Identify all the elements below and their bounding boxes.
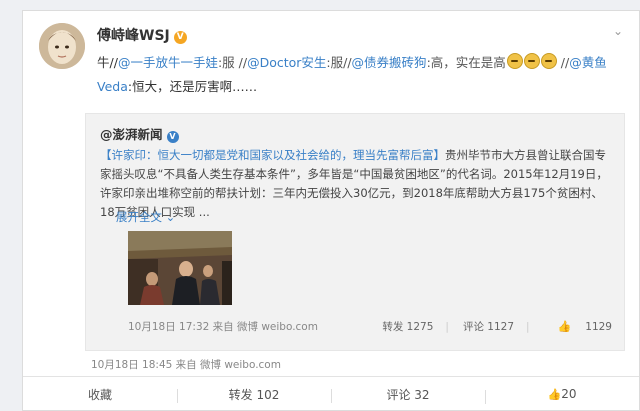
mention-link[interactable]: @一手放牛一手娃 bbox=[118, 55, 218, 70]
avatar[interactable] bbox=[39, 23, 85, 69]
quoted-author[interactable]: @澎湃新闻 V bbox=[100, 124, 179, 143]
author-name[interactable]: 傅峙峰WSJ V bbox=[97, 25, 187, 45]
verified-badge-icon: V bbox=[166, 131, 179, 143]
chevron-down-icon[interactable]: ⌄ bbox=[613, 25, 625, 37]
divider: | bbox=[526, 321, 530, 333]
post-text-part: // bbox=[556, 55, 570, 70]
weibo-post-card: ⌄ 傅峙峰WSJ V 牛//@一手放牛一手娃:服 //@Doctor安生:服//@… bbox=[22, 10, 640, 411]
quoted-like-count[interactable]: 1129 bbox=[585, 321, 612, 333]
emoji-icon bbox=[506, 53, 523, 69]
mention-link[interactable]: @Doctor安生 bbox=[247, 55, 326, 70]
expand-label[interactable]: 展开全文 bbox=[116, 210, 162, 224]
post-text: 牛//@一手放牛一手娃:服 //@Doctor安生:服//@债券搬砖狗:高，实在… bbox=[97, 51, 627, 99]
quoted-post: @澎湃新闻 V 【许家印：恒大一切都是党和国家以及社会给的，理当先富帮后富】贵州毕… bbox=[85, 113, 625, 351]
post-text-part: :服// bbox=[326, 55, 352, 70]
quoted-like-button[interactable]: 👍 1129 bbox=[544, 320, 612, 333]
post-text-part: :高，实在是高 bbox=[426, 55, 506, 70]
post-timestamp[interactable]: 10月18日 18:45 来自 微博 weibo.com bbox=[91, 357, 281, 372]
mention-link[interactable]: @债券搬砖狗 bbox=[352, 55, 427, 70]
favorite-button[interactable]: 收藏 bbox=[23, 386, 177, 403]
like-button[interactable]: 👍20 bbox=[485, 387, 639, 404]
divider: | bbox=[445, 321, 449, 333]
quoted-timestamp[interactable]: 10月18日 17:32 来自 微博 weibo.com bbox=[128, 319, 318, 334]
verified-badge-icon: V bbox=[173, 31, 187, 44]
quoted-repost-button[interactable]: 转发 1275 bbox=[382, 321, 433, 333]
quoted-actions: 转发 1275 | 评论 1127 | 👍 1129 bbox=[368, 319, 612, 334]
author-name-text[interactable]: 傅峙峰WSJ bbox=[97, 28, 170, 44]
action-bar: 收藏 转发 102 评论 32 👍20 bbox=[23, 376, 639, 411]
emoji-icon bbox=[523, 53, 540, 69]
post-photo[interactable] bbox=[128, 231, 232, 305]
thumbs-up-icon: 👍 bbox=[557, 320, 572, 333]
repost-button[interactable]: 转发 102 bbox=[177, 386, 331, 403]
post-text-part: :恒大，还是厉害啊…… bbox=[127, 79, 258, 94]
quoted-comment-button[interactable]: 评论 1127 bbox=[463, 321, 514, 333]
quoted-headline[interactable]: 【许家印：恒大一切都是党和国家以及社会给的，理当先富帮后富】 bbox=[100, 148, 445, 162]
quoted-text: 【许家印：恒大一切都是党和国家以及社会给的，理当先富帮后富】贵州毕节市大方县曾让… bbox=[100, 146, 615, 222]
post-text-part: 牛// bbox=[97, 55, 118, 70]
quoted-author-text[interactable]: @澎湃新闻 bbox=[100, 127, 163, 142]
expand-full-text-link[interactable]: 展开全文 ⌄ bbox=[116, 209, 175, 225]
chevron-down-icon: ⌄ bbox=[165, 210, 176, 224]
like-count[interactable]: 20 bbox=[561, 387, 576, 401]
comment-button[interactable]: 评论 32 bbox=[331, 386, 485, 403]
post-text-part: :服 // bbox=[217, 55, 248, 70]
emoji-icon bbox=[540, 53, 557, 69]
thumbs-up-icon: 👍 bbox=[547, 388, 562, 401]
